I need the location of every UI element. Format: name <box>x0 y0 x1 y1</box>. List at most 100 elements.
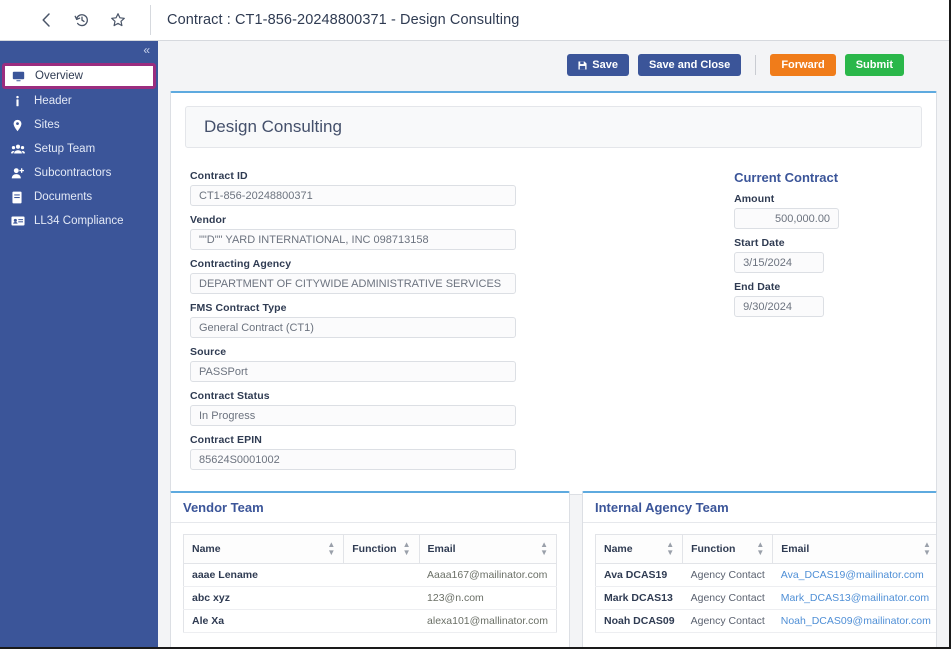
sidebar-item-sites[interactable]: Sites <box>0 113 158 137</box>
cell-function: Agency Contact <box>683 587 773 610</box>
table-row[interactable]: Ale Xa alexa101@mallinator.com <box>184 610 557 633</box>
field-label: Amount <box>734 193 922 205</box>
cell-function: Agency Contact <box>683 564 773 587</box>
field-label: Source <box>190 346 516 358</box>
top-bar-nav-icons <box>0 0 128 40</box>
chevron-double-left-icon[interactable]: « <box>143 44 149 56</box>
cell-email: alexa101@mallinator.com <box>419 610 556 633</box>
contracting-agency-input[interactable]: DEPARTMENT OF CITYWIDE ADMINISTRATIVE SE… <box>190 273 516 294</box>
info-icon <box>11 95 30 108</box>
field-source: Source PASSPort <box>190 346 516 382</box>
amount-input[interactable]: 500,000.00 <box>734 208 839 229</box>
fms-contract-type-input[interactable]: General Contract (CT1) <box>190 317 516 338</box>
column-header-function[interactable]: Function ▲▼ <box>683 535 773 564</box>
internal-agency-team-heading: Internal Agency Team <box>583 493 936 523</box>
column-header-name[interactable]: Name ▲▼ <box>596 535 683 564</box>
sidebar-item-ll34-compliance[interactable]: LL34 Compliance <box>0 209 158 233</box>
column-header-function[interactable]: Function ▲▼ <box>344 535 419 564</box>
sidebar-item-setup-team[interactable]: Setup Team <box>0 137 158 161</box>
form-spacer <box>516 170 734 478</box>
cell-name: Ale Xa <box>184 610 344 633</box>
save-and-close-label: Save and Close <box>649 59 730 71</box>
table-row[interactable]: Ava DCAS19 Agency Contact Ava_DCAS19@mai… <box>596 564 938 587</box>
contract-epin-input[interactable]: 85624S0001002 <box>190 449 516 470</box>
sidebar-item-documents[interactable]: Documents <box>0 185 158 209</box>
internal-agency-team-card: Internal Agency Team Name ▲▼ <box>582 491 937 649</box>
save-and-close-button[interactable]: Save and Close <box>638 54 741 76</box>
sidebar-item-overview[interactable]: Overview <box>2 63 156 89</box>
contract-name-banner: Design Consulting <box>185 106 922 148</box>
vendor-team-body: Name ▲▼ Function ▲▼ <box>171 523 569 633</box>
history-clock-icon[interactable] <box>72 10 92 30</box>
sidebar-item-subcontractors[interactable]: Subcontractors <box>0 161 158 185</box>
field-label: End Date <box>734 281 922 293</box>
vendor-team-thead: Name ▲▼ Function ▲▼ <box>184 535 557 564</box>
column-label: Name <box>604 543 633 555</box>
sort-icon[interactable]: ▲▼ <box>327 541 335 557</box>
main-content: Save Save and Close Forward Submit Desig… <box>158 41 949 649</box>
field-amount: Amount 500,000.00 <box>734 193 922 229</box>
save-button-label: Save <box>592 59 618 71</box>
cell-email[interactable]: Ava_DCAS19@mailinator.com <box>773 564 937 587</box>
field-label: Contract ID <box>190 170 516 182</box>
field-fms-contract-type: FMS Contract Type General Contract (CT1) <box>190 302 516 338</box>
table-row[interactable]: abc xyz 123@n.com <box>184 587 557 610</box>
sort-icon[interactable]: ▲▼ <box>403 541 411 557</box>
column-header-name[interactable]: Name ▲▼ <box>184 535 344 564</box>
submit-button[interactable]: Submit <box>845 54 904 76</box>
cell-function <box>344 587 419 610</box>
field-label: Contract Status <box>190 390 516 402</box>
source-input[interactable]: PASSPort <box>190 361 516 382</box>
vendor-team-card: Vendor Team Name ▲▼ <box>170 491 570 649</box>
column-header-email[interactable]: Email ▲▼ <box>773 535 937 564</box>
sort-icon[interactable]: ▲▼ <box>540 541 548 557</box>
id-card-icon <box>11 215 30 227</box>
cell-name: Noah DCAS09 <box>596 610 683 633</box>
table-header-row: Name ▲▼ Function ▲▼ <box>596 535 938 564</box>
sort-icon[interactable]: ▲▼ <box>923 541 931 557</box>
column-header-email[interactable]: Email ▲▼ <box>419 535 556 564</box>
toolbar-divider <box>755 55 756 75</box>
vendor-team-heading: Vendor Team <box>171 493 569 523</box>
forward-button[interactable]: Forward <box>770 54 835 76</box>
cell-name: Ava DCAS19 <box>596 564 683 587</box>
save-button[interactable]: Save <box>567 54 629 76</box>
cell-email[interactable]: Mark_DCAS13@mailinator.com <box>773 587 937 610</box>
monitor-icon <box>12 70 31 83</box>
action-toolbar: Save Save and Close Forward Submit <box>158 41 949 89</box>
cell-email: Aaaa167@mailinator.com <box>419 564 556 587</box>
current-contract-column: Current Contract Amount 500,000.00 Start… <box>734 170 922 478</box>
vendor-team-table: Name ▲▼ Function ▲▼ <box>183 534 557 633</box>
sidebar-item-header[interactable]: Header <box>0 89 158 113</box>
cell-function <box>344 564 419 587</box>
sidebar-item-label: Header <box>34 95 72 107</box>
sidebar-item-label: Sites <box>34 119 60 131</box>
contract-fields-column: Contract ID CT1-856-20248800371 Vendor "… <box>190 170 516 478</box>
sidebar-collapse-row: « <box>0 41 158 59</box>
sort-icon[interactable]: ▲▼ <box>756 541 764 557</box>
field-label: Contracting Agency <box>190 258 516 270</box>
internal-agency-team-thead: Name ▲▼ Function ▲▼ <box>596 535 938 564</box>
star-icon[interactable] <box>108 10 128 30</box>
start-date-input[interactable]: 3/15/2024 <box>734 252 824 273</box>
map-pin-icon <box>11 119 30 132</box>
group-icon <box>11 143 30 156</box>
back-arrow-icon[interactable] <box>36 10 56 30</box>
table-row[interactable]: Noah DCAS09 Agency Contact Noah_DCAS09@m… <box>596 610 938 633</box>
contract-id-input[interactable]: CT1-856-20248800371 <box>190 185 516 206</box>
column-label: Function <box>691 543 735 555</box>
main-scrollbar[interactable] <box>939 41 949 649</box>
column-label: Email <box>428 543 456 555</box>
table-row[interactable]: Mark DCAS13 Agency Contact Mark_DCAS13@m… <box>596 587 938 610</box>
end-date-input[interactable]: 9/30/2024 <box>734 296 824 317</box>
table-row[interactable]: aaae Lename Aaaa167@mailinator.com <box>184 564 557 587</box>
cell-email[interactable]: Noah_DCAS09@mailinator.com <box>773 610 937 633</box>
vendor-input[interactable]: ""D"" YARD INTERNATIONAL, INC 098713158 <box>190 229 516 250</box>
field-label: Vendor <box>190 214 516 226</box>
contract-status-input[interactable]: In Progress <box>190 405 516 426</box>
cell-function <box>344 610 419 633</box>
field-contracting-agency: Contracting Agency DEPARTMENT OF CITYWID… <box>190 258 516 294</box>
sort-icon[interactable]: ▲▼ <box>666 541 674 557</box>
field-label: Contract EPIN <box>190 434 516 446</box>
submit-button-label: Submit <box>856 59 893 71</box>
